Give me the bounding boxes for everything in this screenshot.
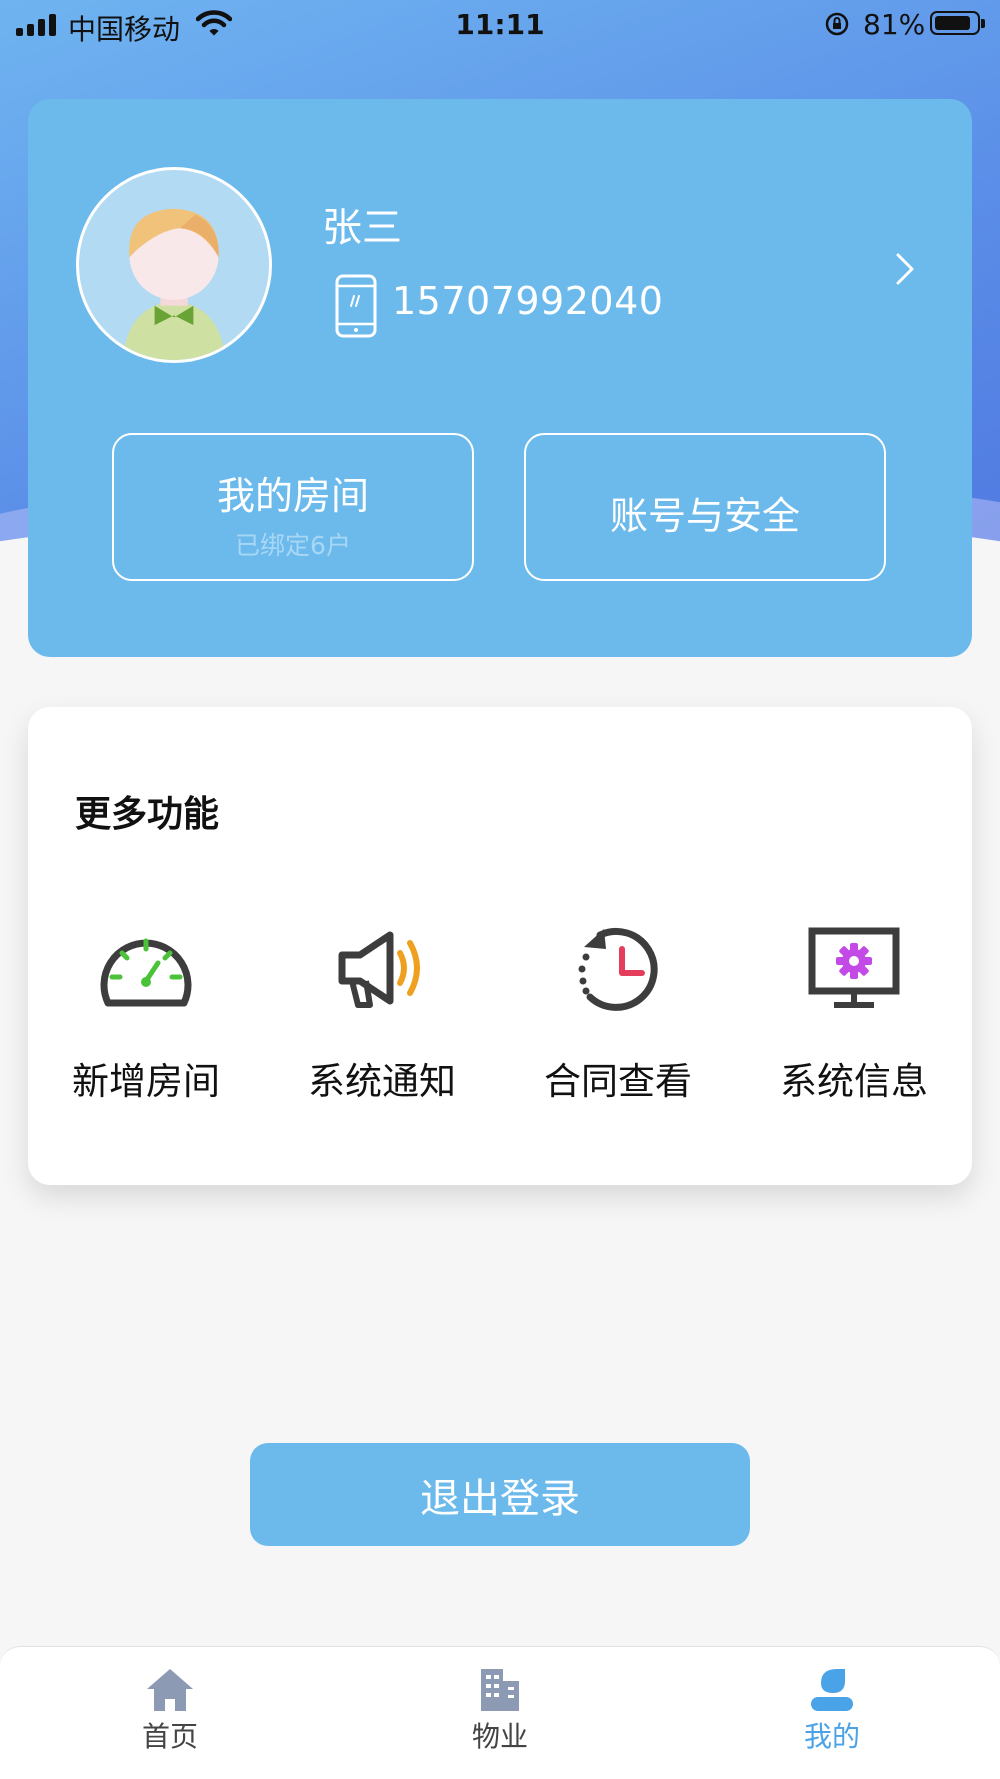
status-bar: 中国移动 11:11 81% [0,0,1000,52]
avatar-illustration [122,208,226,360]
orientation-lock-icon [825,12,849,36]
history-clock-icon [578,927,658,1011]
avatar[interactable] [76,167,272,363]
contract-view-button[interactable]: 合同查看 [500,925,736,1105]
account-security-label: 账号与安全 [609,494,800,538]
user-icon [811,1669,853,1711]
section-title: 更多功能 [75,794,220,835]
home-icon [147,1669,193,1711]
add-room-button[interactable]: 新增房间 [28,925,264,1105]
phone-number: 15707992040 [392,279,664,323]
more-functions-card: 更多功能 新增房间 系统通知 合同查看 系统信息 [28,707,972,1185]
battery-percentage: 81% [863,8,926,41]
status-time: 11:11 [455,8,545,41]
speedometer-icon [100,938,192,1007]
tab-mine-label: 我的 [803,1720,860,1753]
tab-home[interactable]: 首页 [70,1665,270,1755]
contract-view-label: 合同查看 [544,1060,692,1103]
chevron-right-icon[interactable] [890,249,920,289]
my-rooms-button[interactable]: 我的房间 已绑定6户 [112,433,474,581]
my-rooms-label: 我的房间 [216,474,369,518]
monitor-gear-icon [808,927,900,1008]
phone-icon [335,274,377,338]
bound-rooms-count: 已绑定6户 [235,531,351,560]
system-info-button[interactable]: 系统信息 [736,925,972,1105]
profile-card: 张三 15707992040 我的房间 已绑定6户 账号与安全 [28,99,972,657]
tab-property[interactable]: 物业 [400,1665,600,1755]
system-info-label: 系统信息 [780,1060,928,1103]
building-icon [481,1669,519,1711]
tab-mine[interactable]: 我的 [732,1665,932,1755]
tab-home-label: 首页 [141,1720,198,1753]
system-notice-label: 系统通知 [308,1060,456,1103]
logout-button[interactable]: 退出登录 [250,1443,750,1546]
user-name: 张三 [322,205,402,251]
tab-property-label: 物业 [471,1720,528,1753]
account-security-button[interactable]: 账号与安全 [524,433,886,581]
add-room-label: 新增房间 [72,1060,220,1103]
bottom-tab-bar: 首页 物业 我的 [0,1646,1000,1779]
system-notice-button[interactable]: 系统通知 [264,925,500,1105]
battery-icon [930,11,985,35]
megaphone-icon [338,931,420,1008]
